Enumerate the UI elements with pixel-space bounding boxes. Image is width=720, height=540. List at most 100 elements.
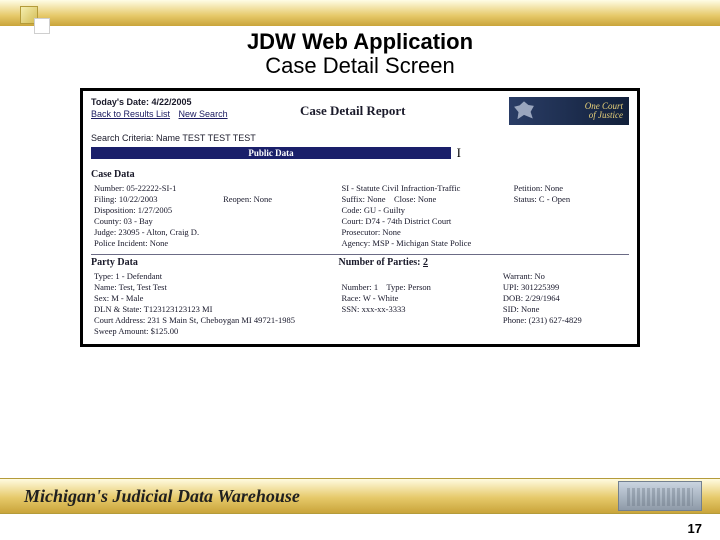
table-row: Type: 1 - Defendant Warrant: No <box>91 270 629 281</box>
case-data-table: Number: 05-22222-SI-1 SI - Statute Civil… <box>91 182 629 248</box>
agency-value: MSP - Michigan State Police <box>372 238 471 248</box>
court-value: D74 - 74th District Court <box>365 216 451 226</box>
filing-value: 10/22/2003 <box>119 194 158 204</box>
logo-text: One Court of Justice <box>585 102 623 120</box>
nop-label: Number of Parties: <box>338 257 420 268</box>
table-row: County: 03 - Bay Court: D74 - 74th Distr… <box>91 215 629 226</box>
table-row: Judge: 23095 - Alton, Craig D. Prosecuto… <box>91 226 629 237</box>
agency-label: Agency: <box>341 238 370 248</box>
dln-value: T123123123123 MI <box>144 304 213 314</box>
phone-label: Phone: <box>503 315 527 325</box>
slide-title-block: JDW Web Application Case Detail Screen <box>0 30 720 78</box>
report-header: Today's Date: 4/22/2005 Back to Results … <box>91 97 629 125</box>
county-value: 03 - Bay <box>124 216 153 226</box>
sid-value: None <box>521 304 539 314</box>
public-data-bar: Public Data <box>91 147 451 159</box>
case-data-heading: Case Data <box>91 169 629 180</box>
filing-label: Filing: <box>94 194 117 204</box>
close-label: Close: <box>394 194 416 204</box>
pnum-value: 1 <box>374 282 378 292</box>
race-label: Race: <box>341 293 360 303</box>
dob-value: 2/29/1964 <box>525 293 559 303</box>
ssn-value: xxx-xx-3333 <box>362 304 406 314</box>
disposition-label: Disposition: <box>94 205 136 215</box>
today-label: Today's Date: <box>91 97 149 107</box>
party-data-heading: Party Data <box>91 257 338 268</box>
suffix-label: Suffix: <box>341 194 364 204</box>
sweep-label: Sweep Amount: <box>94 326 149 336</box>
number-label: Number: <box>94 183 124 193</box>
reopen-label: Reopen: <box>223 194 251 204</box>
close-value: None <box>418 194 436 204</box>
upi-label: UPI: <box>503 282 519 292</box>
criteria-label: Search Criteria: <box>91 133 154 143</box>
reopen-value: None <box>254 194 272 204</box>
pname-label: Name: <box>94 282 117 292</box>
case-type-value: SI - Statute Civil Infraction-Traffic <box>341 183 460 193</box>
sweep-value: $125.00 <box>151 326 179 336</box>
footer-text: Michigan's Judicial Data Warehouse <box>24 486 300 507</box>
nav-links: Back to Results List New Search <box>91 109 300 119</box>
table-row: Number: 05-22222-SI-1 SI - Statute Civil… <box>91 182 629 193</box>
slide-top-accent <box>0 0 720 26</box>
report-title: Case Detail Report <box>300 97 509 119</box>
party-data-heading-row: Party Data Number of Parties: 2 <box>91 257 629 268</box>
table-row: Disposition: 1/27/2005 Code: GU - Guilty <box>91 204 629 215</box>
logo-line2: of Justice <box>585 111 623 120</box>
search-criteria: Search Criteria: Name TEST TEST TEST <box>91 133 629 143</box>
dln-label: DLN & State: <box>94 304 142 314</box>
table-row: Court Address: 231 S Main St, Cheboygan … <box>91 314 629 325</box>
number-of-parties: Number of Parties: 2 <box>338 257 428 268</box>
table-row: Filing: 10/22/2003 Reopen: None Suffix: … <box>91 193 629 204</box>
header-left: Today's Date: 4/22/2005 Back to Results … <box>91 97 300 119</box>
dob-label: DOB: <box>503 293 523 303</box>
ptype2-label: Type: <box>386 282 405 292</box>
public-data-row: Public Data I <box>91 147 629 159</box>
warrant-label: Warrant: <box>503 271 533 281</box>
sex-value: M - Male <box>111 293 143 303</box>
screenshot-frame: Today's Date: 4/22/2005 Back to Results … <box>80 88 640 347</box>
ptype2-value: Person <box>408 282 431 292</box>
status-value: C - Open <box>539 194 570 204</box>
table-row: Sweep Amount: $125.00 <box>91 325 629 336</box>
status-label: Status: <box>514 194 537 204</box>
upi-value: 301225399 <box>521 282 559 292</box>
text-cursor-icon: I <box>457 145 461 161</box>
judge-value: 23095 - Alton, Craig D. <box>118 227 199 237</box>
nop-value: 2 <box>423 257 428 268</box>
police-incident-value: None <box>150 238 168 248</box>
ptype-value: 1 - Defendant <box>115 271 162 281</box>
police-incident-label: Police Incident: <box>94 238 148 248</box>
prosecutor-label: Prosecutor: <box>341 227 380 237</box>
race-value: W - White <box>363 293 399 303</box>
pnum-label: Number: <box>341 282 371 292</box>
number-value: 05-22222-SI-1 <box>126 183 176 193</box>
criteria-value: Name TEST TEST TEST <box>156 133 256 143</box>
decor-square-white <box>34 18 50 34</box>
pname-value: Test, Test Test <box>119 282 167 292</box>
address-value: 231 S Main St, Cheboygan MI 49721-1985 <box>147 315 295 325</box>
address-label: Court Address: <box>94 315 145 325</box>
county-label: County: <box>94 216 121 226</box>
new-search-link[interactable]: New Search <box>179 109 228 119</box>
court-logo: One Court of Justice <box>509 97 629 125</box>
court-label: Court: <box>341 216 363 226</box>
table-row: Name: Test, Test Test Number: 1 Type: Pe… <box>91 281 629 292</box>
today-value: 4/22/2005 <box>152 97 192 107</box>
code-value: GU - Guilty <box>364 205 405 215</box>
table-row: DLN & State: T123123123123 MI SSN: xxx-x… <box>91 303 629 314</box>
ssn-label: SSN: <box>341 304 359 314</box>
michigan-silhouette-icon <box>513 101 535 119</box>
divider <box>91 254 629 255</box>
warrant-value: No <box>535 271 545 281</box>
title-line2: Case Detail Screen <box>0 54 720 78</box>
prosecutor-value: None <box>382 227 400 237</box>
page-number: 17 <box>688 521 702 536</box>
back-to-results-link[interactable]: Back to Results List <box>91 109 170 119</box>
sid-label: SID: <box>503 304 519 314</box>
disposition-value: 1/27/2005 <box>138 205 172 215</box>
petition-value: None <box>545 183 563 193</box>
table-row: Sex: M - Male Race: W - White DOB: 2/29/… <box>91 292 629 303</box>
sex-label: Sex: <box>94 293 109 303</box>
phone-value: (231) 627-4829 <box>529 315 582 325</box>
